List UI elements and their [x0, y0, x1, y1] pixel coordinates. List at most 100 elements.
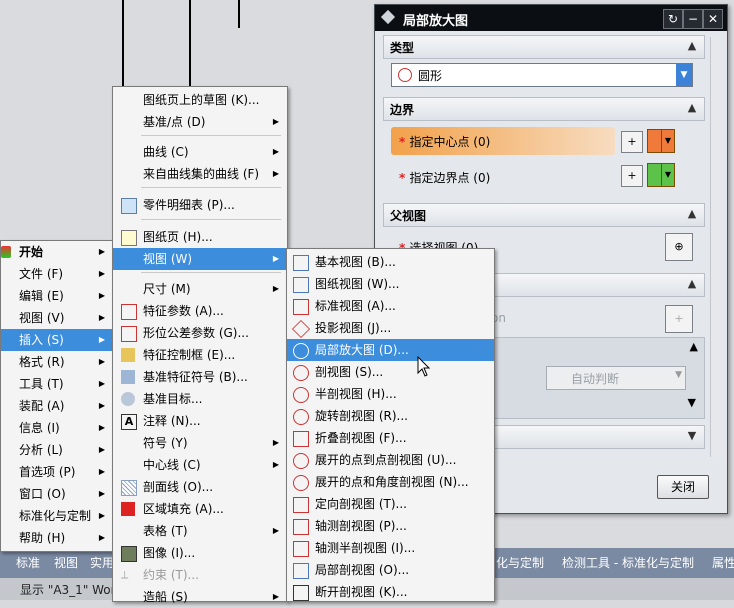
chevron-down-icon[interactable]: ▼	[661, 130, 674, 152]
view-submenu: 基本视图 (B)... 图纸视图 (W)... 标准视图 (A)... 投影视图…	[286, 248, 495, 602]
menu-item[interactable]: 中心线 (C) ▶	[113, 454, 287, 476]
menu-item[interactable]: 表格 (T) ▶	[113, 520, 287, 542]
chevron-down-icon[interactable]: ▼	[684, 428, 700, 444]
chevron-up-icon[interactable]: ▲	[690, 340, 698, 353]
chevron-up-icon[interactable]: ▲	[684, 206, 700, 222]
toolbar-tab[interactable]: 实用	[90, 552, 114, 574]
menu-item[interactable]: 基准特征符号 (B)...	[113, 366, 287, 388]
type-section-header[interactable]: 类型 ▲	[383, 35, 705, 59]
menu-item[interactable]: 特征控制框 (E)...	[113, 344, 287, 366]
boundary-section-header[interactable]: 边界 ▲	[383, 97, 705, 121]
menu-item[interactable]: 定向剖视图 (T)...	[287, 493, 494, 515]
menu-item-file[interactable]: 文件 (F) ▶	[1, 263, 113, 285]
chevron-right-icon: ▶	[98, 357, 105, 366]
chevron-down-icon[interactable]: ▼	[661, 164, 674, 186]
chevron-down-icon[interactable]: ▼	[688, 396, 696, 409]
menu-item[interactable]: 图纸视图 (W)...	[287, 273, 494, 295]
menu-item-info[interactable]: 信息 (I) ▶	[1, 417, 113, 439]
chevron-right-icon: ▶	[272, 169, 279, 178]
menu-item-preferences[interactable]: 首选项 (P) ▶	[1, 461, 113, 483]
standard-view-icon	[293, 299, 309, 315]
menu-item-customize[interactable]: 标准化与定制 ▶	[1, 505, 113, 527]
toolbar-tab[interactable]: 视图	[54, 552, 78, 574]
toolbar-tab[interactable]: 检测工具 - 标准化与定制	[562, 552, 694, 574]
menu-item-tools[interactable]: 工具 (T) ▶	[1, 373, 113, 395]
collapse-icon[interactable]: −	[683, 9, 703, 29]
select-view-icon[interactable]: ⊕	[665, 233, 693, 261]
boundary-point-row[interactable]: * 指定边界点 (0)	[391, 165, 615, 189]
snap-point-dropdown[interactable]: ▼	[647, 163, 675, 187]
point-dialog-icon[interactable]: +	[621, 165, 643, 187]
menu-item-assembly[interactable]: 装配 (A) ▶	[1, 395, 113, 417]
menu-item[interactable]: 基本视图 (B)...	[287, 251, 494, 273]
chevron-up-icon[interactable]: ▲	[684, 276, 700, 292]
menu-item[interactable]: 剖视图 (S)...	[287, 361, 494, 383]
close-button[interactable]: 关闭	[657, 475, 709, 499]
dialog-title-bar[interactable]: 局部放大图 ↻ − ✕	[375, 5, 727, 31]
chevron-up-icon[interactable]: ▲	[684, 38, 700, 54]
menu-item[interactable]: 造船 (S) ▶	[113, 586, 287, 608]
chevron-down-icon: ▼	[675, 370, 682, 380]
menu-item[interactable]: 半剖视图 (H)...	[287, 383, 494, 405]
menu-item[interactable]: 特征参数 (A)...	[113, 300, 287, 322]
point-dialog-icon[interactable]: +	[621, 131, 643, 153]
dialog-scrollbar[interactable]	[710, 37, 723, 457]
menu-separator	[141, 272, 281, 273]
menu-item-insert[interactable]: 插入 (S) ▶	[1, 329, 113, 351]
chevron-down-icon[interactable]: ▼	[676, 64, 692, 86]
menu-item-view[interactable]: 视图 (V) ▶	[1, 307, 113, 329]
menu-item-edit[interactable]: 编辑 (E) ▶	[1, 285, 113, 307]
section-view-icon	[293, 365, 309, 381]
menu-item-view-sub[interactable]: 视图 (W) ▶	[113, 248, 287, 270]
toolbar-tab[interactable]: 属性	[712, 552, 734, 574]
menu-item[interactable]: 图纸页上的草图 (K)...	[113, 89, 287, 111]
chevron-up-icon[interactable]: ▲	[684, 100, 700, 116]
close-icon[interactable]: ✕	[703, 9, 723, 29]
unfolded-pp-section-icon	[293, 453, 309, 469]
menu-item[interactable]: 来自曲线集的曲线 (F) ▶	[113, 163, 287, 185]
menu-item[interactable]: A 注释 (N)...	[113, 410, 287, 432]
menu-item[interactable]: 剖面线 (O)...	[113, 476, 287, 498]
menu-item[interactable]: 展开的点到点剖视图 (U)...	[287, 449, 494, 471]
chevron-right-icon: ▶	[272, 117, 279, 126]
menu-item[interactable]: 标准视图 (A)...	[287, 295, 494, 317]
menu-item-window[interactable]: 窗口 (O) ▶	[1, 483, 113, 505]
parent-view-section-header[interactable]: 父视图 ▲	[383, 203, 705, 227]
type-dropdown[interactable]: 圆形 ▼	[391, 63, 693, 87]
menu-item[interactable]: 投影视图 (J)...	[287, 317, 494, 339]
center-point-row[interactable]: * 指定中心点 (0)	[391, 127, 615, 155]
menu-item[interactable]: 区域填充 (A)...	[113, 498, 287, 520]
reset-icon[interactable]: ↻	[663, 9, 683, 29]
snap-point-dropdown[interactable]: ▼	[647, 129, 675, 153]
menu-item[interactable]: 局部剖视图 (O)...	[287, 559, 494, 581]
menu-item[interactable]: 折叠剖视图 (F)...	[287, 427, 494, 449]
menu-item-start[interactable]: 开始 ▶	[1, 241, 113, 263]
toolbar-tab[interactable]: 标准	[16, 552, 40, 574]
menu-item[interactable]: 形位公差参数 (G)...	[113, 322, 287, 344]
menu-item[interactable]: 图像 (I)...	[113, 542, 287, 564]
menu-item[interactable]: 旋转剖视图 (R)...	[287, 405, 494, 427]
menu-item[interactable]: 基准目标...	[113, 388, 287, 410]
menu-item-format[interactable]: 格式 (R) ▶	[1, 351, 113, 373]
pictorial-half-section-icon	[293, 541, 309, 557]
menu-separator	[141, 187, 281, 188]
menu-item[interactable]: 基准/点 (D) ▶	[113, 111, 287, 133]
mouse-cursor-icon	[417, 356, 431, 377]
menu-item[interactable]: 展开的点和角度剖视图 (N)...	[287, 471, 494, 493]
menu-item[interactable]: 图纸页 (H)...	[113, 226, 287, 248]
toolbar-tab[interactable]: 化与定制	[496, 552, 544, 574]
menu-item[interactable]: 曲线 (C) ▶	[113, 141, 287, 163]
insert-submenu: 图纸页上的草图 (K)... 基准/点 (D) ▶ 曲线 (C) ▶ 来自曲线集的曲…	[112, 86, 288, 604]
menu-item[interactable]: 符号 (Y) ▶	[113, 432, 287, 454]
menu-item-help[interactable]: 帮助 (H) ▶	[1, 527, 113, 549]
menu-item[interactable]: 尺寸 (M) ▶	[113, 278, 287, 300]
unfolded-pa-section-icon	[293, 475, 309, 491]
menu-item[interactable]: 零件明细表 (P)...	[113, 194, 287, 216]
area-fill-icon	[121, 502, 135, 516]
chevron-right-icon: ▶	[98, 401, 105, 410]
menu-item[interactable]: 轴测半剖视图 (I)...	[287, 537, 494, 559]
menu-item[interactable]: 轴测剖视图 (P)...	[287, 515, 494, 537]
menu-item-detail-view[interactable]: 局部放大图 (D)...	[287, 339, 494, 361]
pictorial-section-icon	[293, 519, 309, 535]
menu-item-analysis[interactable]: 分析 (L) ▶	[1, 439, 113, 461]
